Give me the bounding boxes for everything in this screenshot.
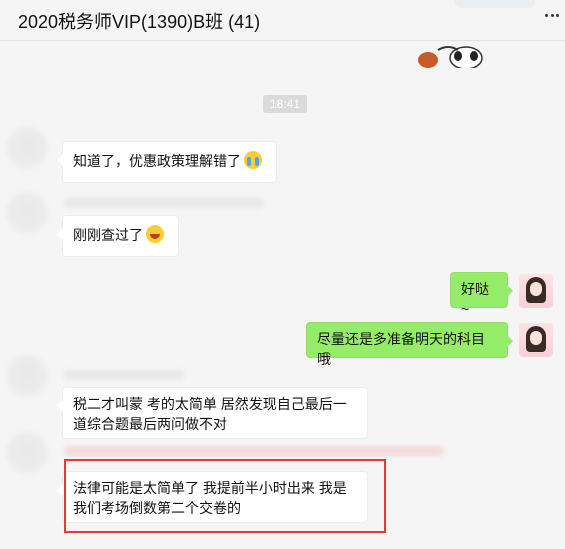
sender-name: [64, 370, 184, 380]
crying-emoji-icon: [244, 151, 262, 169]
avatar[interactable]: [519, 274, 553, 308]
avatar[interactable]: [6, 127, 48, 169]
message-bubble[interactable]: 刚刚查过了: [57, 215, 179, 257]
message-text: 尽量还是多准备明天的科目哦: [317, 331, 485, 367]
avatar[interactable]: [6, 355, 48, 397]
message-text: 税二才叫蒙 考的太简单 居然发现自己最后一道综合题最后两问做不对: [73, 396, 347, 432]
chat-title: 2020税务师VIP(1390)B班 (41): [18, 12, 261, 32]
more-icon[interactable]: [545, 14, 559, 17]
chat-header: 2020税务师VIP(1390)B班 (41): [0, 0, 565, 41]
message-timestamp: 18:41: [263, 95, 307, 113]
sender-name: [64, 198, 264, 208]
avatar[interactable]: [6, 192, 48, 234]
message-text: 知道了，优惠政策理解错了: [73, 153, 241, 169]
message-bubble[interactable]: 好哒~: [450, 272, 513, 317]
message-text: 好哒~: [461, 281, 489, 317]
sender-name: [64, 446, 444, 456]
message-bubble[interactable]: 知道了，优惠政策理解错了: [57, 141, 277, 183]
avatar[interactable]: [6, 432, 48, 474]
laughing-emoji-icon: [146, 225, 164, 243]
notification-badge[interactable]: [455, 0, 535, 8]
message-text: 刚刚查过了: [73, 227, 143, 243]
message-bubble[interactable]: 税二才叫蒙 考的太简单 居然发现自己最后一道综合题最后两问做不对: [57, 387, 368, 439]
cow-sticker-icon: [418, 46, 483, 68]
message-bubble[interactable]: 尽量还是多准备明天的科目哦: [306, 322, 513, 367]
highlight-box: [64, 459, 386, 533]
avatar[interactable]: [519, 323, 553, 357]
